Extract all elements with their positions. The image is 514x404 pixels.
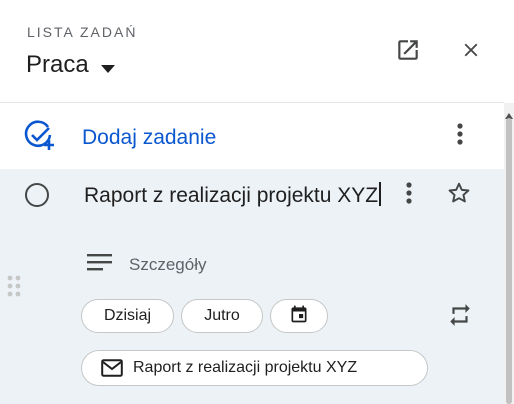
- add-task-row: Dodaj zadanie: [0, 103, 504, 169]
- pick-date-chip[interactable]: [270, 299, 328, 333]
- drag-handle-icon[interactable]: [6, 274, 22, 303]
- details-field[interactable]: Szczegóły: [87, 253, 206, 276]
- add-task-icon: [22, 118, 56, 157]
- tomorrow-chip[interactable]: Jutro: [181, 299, 263, 333]
- calendar-icon: [289, 304, 309, 329]
- task-title-field[interactable]: Raport z realizacji projektu XYZ: [84, 179, 384, 212]
- today-chip[interactable]: Dzisiaj: [81, 299, 174, 333]
- list-caption: LISTA ZADAŃ: [27, 24, 138, 40]
- list-selector[interactable]: Praca: [26, 50, 115, 80]
- list-name: Praca: [26, 51, 89, 78]
- close-button[interactable]: [451, 32, 491, 72]
- email-source-chip[interactable]: Raport z realizacji projektu XYZ: [81, 350, 428, 386]
- notes-icon: [87, 253, 113, 276]
- repeat-icon: [447, 302, 473, 333]
- list-more-button[interactable]: [440, 116, 480, 156]
- email-chip-label: Raport z realizacji projektu XYZ: [133, 359, 358, 376]
- open-in-new-icon: [395, 37, 421, 68]
- today-label: Dzisiaj: [103, 307, 152, 324]
- panel-header: LISTA ZADAŃ Praca: [0, 0, 514, 102]
- add-task-label: Dodaj zadanie: [82, 125, 217, 149]
- scrollbar-thumb[interactable]: [506, 118, 512, 404]
- task-more-button[interactable]: [389, 175, 429, 215]
- caret-down-icon: [100, 52, 115, 80]
- close-icon: [460, 39, 482, 66]
- details-placeholder: Szczegóły: [129, 254, 207, 274]
- star-button[interactable]: [439, 175, 479, 215]
- star-outline-icon: [446, 180, 472, 211]
- mail-icon: [101, 359, 123, 377]
- complete-task-checkbox[interactable]: [25, 183, 49, 207]
- more-vert-icon: [457, 122, 463, 150]
- open-in-new-button[interactable]: [388, 32, 428, 72]
- repeat-button[interactable]: [440, 297, 480, 337]
- more-vert-icon: [406, 181, 412, 209]
- tomorrow-label: Jutro: [204, 307, 240, 324]
- tasks-panel: LISTA ZADAŃ Praca Dodaj zadanie Raport z…: [0, 0, 514, 404]
- task-item: Raport z realizacji projektu XYZ Szczegó…: [0, 169, 504, 404]
- text-cursor: [379, 182, 381, 206]
- add-task-button[interactable]: Dodaj zadanie: [22, 118, 216, 157]
- task-title-text: Raport z realizacji projektu XYZ: [84, 184, 379, 207]
